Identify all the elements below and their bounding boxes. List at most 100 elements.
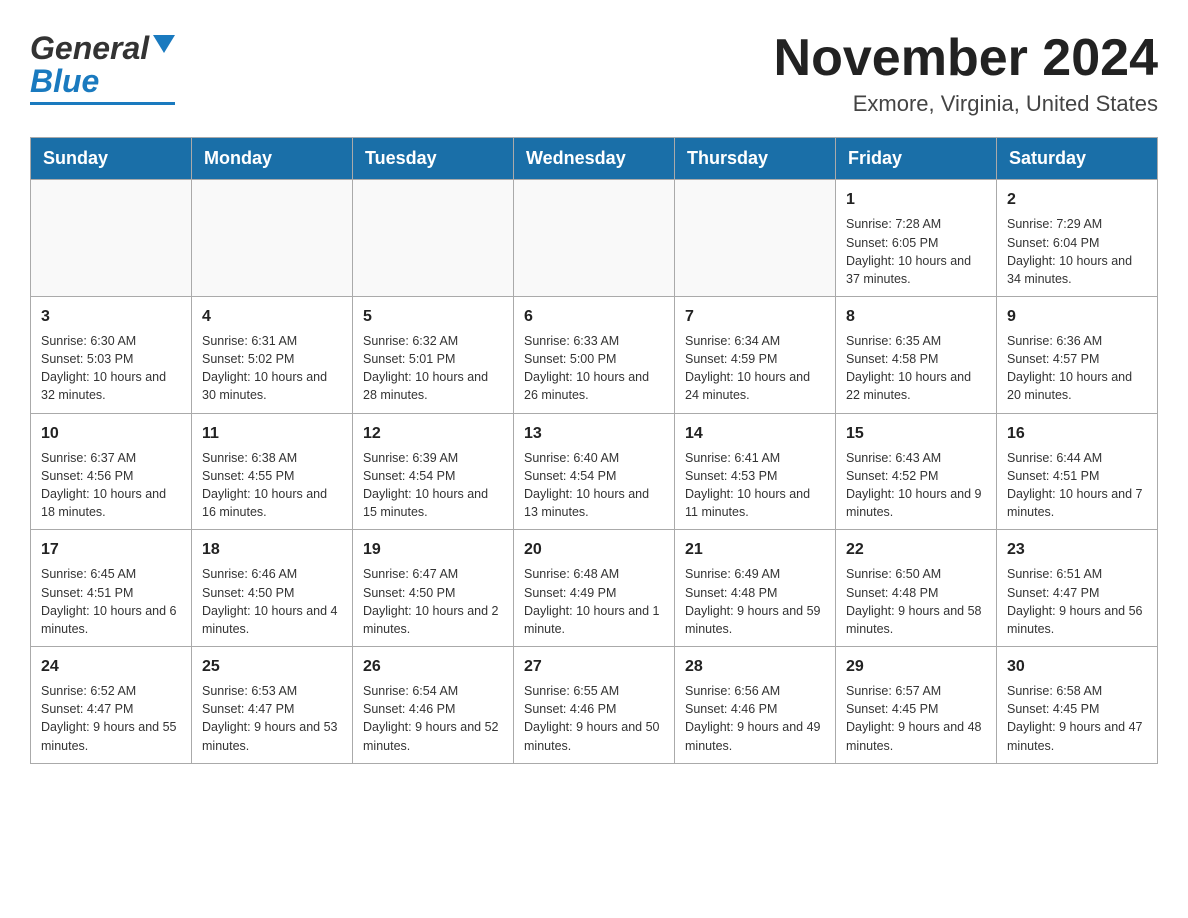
- day-info: Sunrise: 6:36 AMSunset: 4:57 PMDaylight:…: [1007, 332, 1147, 405]
- day-info: Sunrise: 6:30 AMSunset: 5:03 PMDaylight:…: [41, 332, 181, 405]
- day-info: Sunrise: 6:33 AMSunset: 5:00 PMDaylight:…: [524, 332, 664, 405]
- day-info: Sunrise: 6:35 AMSunset: 4:58 PMDaylight:…: [846, 332, 986, 405]
- day-number: 4: [202, 305, 342, 328]
- day-number: 16: [1007, 422, 1147, 445]
- day-number: 17: [41, 538, 181, 561]
- day-info: Sunrise: 6:39 AMSunset: 4:54 PMDaylight:…: [363, 449, 503, 522]
- day-info: Sunrise: 6:46 AMSunset: 4:50 PMDaylight:…: [202, 565, 342, 638]
- day-number: 8: [846, 305, 986, 328]
- day-info: Sunrise: 6:47 AMSunset: 4:50 PMDaylight:…: [363, 565, 503, 638]
- table-row: 24 Sunrise: 6:52 AMSunset: 4:47 PMDayligh…: [31, 646, 192, 763]
- day-number: 29: [846, 655, 986, 678]
- col-saturday: Saturday: [997, 138, 1158, 180]
- day-info: Sunrise: 6:58 AMSunset: 4:45 PMDaylight:…: [1007, 682, 1147, 755]
- day-info: Sunrise: 6:38 AMSunset: 4:55 PMDaylight:…: [202, 449, 342, 522]
- logo-underline: [30, 102, 175, 105]
- day-info: Sunrise: 6:56 AMSunset: 4:46 PMDaylight:…: [685, 682, 825, 755]
- table-row: 18 Sunrise: 6:46 AMSunset: 4:50 PMDayligh…: [192, 530, 353, 647]
- table-row: 28 Sunrise: 6:56 AMSunset: 4:46 PMDayligh…: [675, 646, 836, 763]
- day-number: 13: [524, 422, 664, 445]
- table-row: 8 Sunrise: 6:35 AMSunset: 4:58 PMDaylight…: [836, 296, 997, 413]
- col-monday: Monday: [192, 138, 353, 180]
- day-info: Sunrise: 6:51 AMSunset: 4:47 PMDaylight:…: [1007, 565, 1147, 638]
- table-row: 17 Sunrise: 6:45 AMSunset: 4:51 PMDayligh…: [31, 530, 192, 647]
- day-number: 12: [363, 422, 503, 445]
- day-number: 1: [846, 188, 986, 211]
- day-info: Sunrise: 6:44 AMSunset: 4:51 PMDaylight:…: [1007, 449, 1147, 522]
- day-info: Sunrise: 6:37 AMSunset: 4:56 PMDaylight:…: [41, 449, 181, 522]
- page-subtitle: Exmore, Virginia, United States: [774, 91, 1158, 117]
- calendar-week-row: 24 Sunrise: 6:52 AMSunset: 4:47 PMDayligh…: [31, 646, 1158, 763]
- day-info: Sunrise: 6:31 AMSunset: 5:02 PMDaylight:…: [202, 332, 342, 405]
- table-row: 30Sunrise: 6:58 AMSunset: 4:45 PMDayligh…: [997, 646, 1158, 763]
- table-row: 13Sunrise: 6:40 AMSunset: 4:54 PMDayligh…: [514, 413, 675, 530]
- day-info: Sunrise: 6:41 AMSunset: 4:53 PMDaylight:…: [685, 449, 825, 522]
- calendar-week-row: 10 Sunrise: 6:37 AMSunset: 4:56 PMDayligh…: [31, 413, 1158, 530]
- day-number: 23: [1007, 538, 1147, 561]
- table-row: 1 Sunrise: 7:28 AMSunset: 6:05 PMDaylight…: [836, 180, 997, 297]
- table-row: 19 Sunrise: 6:47 AMSunset: 4:50 PMDayligh…: [353, 530, 514, 647]
- day-info: Sunrise: 6:48 AMSunset: 4:49 PMDaylight:…: [524, 565, 664, 638]
- col-thursday: Thursday: [675, 138, 836, 180]
- day-number: 22: [846, 538, 986, 561]
- day-info: Sunrise: 6:55 AMSunset: 4:46 PMDaylight:…: [524, 682, 664, 755]
- table-row: [514, 180, 675, 297]
- day-number: 27: [524, 655, 664, 678]
- day-number: 5: [363, 305, 503, 328]
- table-row: 7 Sunrise: 6:34 AMSunset: 4:59 PMDaylight…: [675, 296, 836, 413]
- day-info: Sunrise: 6:34 AMSunset: 4:59 PMDaylight:…: [685, 332, 825, 405]
- day-info: Sunrise: 6:52 AMSunset: 4:47 PMDaylight:…: [41, 682, 181, 755]
- calendar-week-row: 3 Sunrise: 6:30 AMSunset: 5:03 PMDaylight…: [31, 296, 1158, 413]
- table-row: 5 Sunrise: 6:32 AMSunset: 5:01 PMDaylight…: [353, 296, 514, 413]
- day-number: 28: [685, 655, 825, 678]
- table-row: 6Sunrise: 6:33 AMSunset: 5:00 PMDaylight…: [514, 296, 675, 413]
- day-info: Sunrise: 6:50 AMSunset: 4:48 PMDaylight:…: [846, 565, 986, 638]
- day-number: 18: [202, 538, 342, 561]
- logo-general-text: General: [30, 30, 149, 67]
- day-number: 15: [846, 422, 986, 445]
- table-row: [31, 180, 192, 297]
- day-info: Sunrise: 6:45 AMSunset: 4:51 PMDaylight:…: [41, 565, 181, 638]
- day-info: Sunrise: 6:49 AMSunset: 4:48 PMDaylight:…: [685, 565, 825, 638]
- table-row: 3 Sunrise: 6:30 AMSunset: 5:03 PMDaylight…: [31, 296, 192, 413]
- day-number: 14: [685, 422, 825, 445]
- day-number: 26: [363, 655, 503, 678]
- col-sunday: Sunday: [31, 138, 192, 180]
- table-row: 16 Sunrise: 6:44 AMSunset: 4:51 PMDayligh…: [997, 413, 1158, 530]
- col-wednesday: Wednesday: [514, 138, 675, 180]
- day-info: Sunrise: 6:53 AMSunset: 4:47 PMDaylight:…: [202, 682, 342, 755]
- day-number: 3: [41, 305, 181, 328]
- col-friday: Friday: [836, 138, 997, 180]
- logo: General Blue: [30, 30, 175, 105]
- table-row: 2 Sunrise: 7:29 AMSunset: 6:04 PMDaylight…: [997, 180, 1158, 297]
- table-row: 14 Sunrise: 6:41 AMSunset: 4:53 PMDayligh…: [675, 413, 836, 530]
- table-row: 23 Sunrise: 6:51 AMSunset: 4:47 PMDayligh…: [997, 530, 1158, 647]
- table-row: [675, 180, 836, 297]
- table-row: 21 Sunrise: 6:49 AMSunset: 4:48 PMDayligh…: [675, 530, 836, 647]
- day-info: Sunrise: 6:57 AMSunset: 4:45 PMDaylight:…: [846, 682, 986, 755]
- col-tuesday: Tuesday: [353, 138, 514, 180]
- title-block: November 2024 Exmore, Virginia, United S…: [774, 30, 1158, 117]
- table-row: 15Sunrise: 6:43 AMSunset: 4:52 PMDayligh…: [836, 413, 997, 530]
- table-row: 9Sunrise: 6:36 AMSunset: 4:57 PMDaylight…: [997, 296, 1158, 413]
- day-number: 24: [41, 655, 181, 678]
- calendar-week-row: 17 Sunrise: 6:45 AMSunset: 4:51 PMDayligh…: [31, 530, 1158, 647]
- day-number: 19: [363, 538, 503, 561]
- table-row: 12 Sunrise: 6:39 AMSunset: 4:54 PMDayligh…: [353, 413, 514, 530]
- day-number: 2: [1007, 188, 1147, 211]
- calendar-table: Sunday Monday Tuesday Wednesday Thursday…: [30, 137, 1158, 763]
- table-row: 26 Sunrise: 6:54 AMSunset: 4:46 PMDayligh…: [353, 646, 514, 763]
- day-info: Sunrise: 6:32 AMSunset: 5:01 PMDaylight:…: [363, 332, 503, 405]
- day-number: 7: [685, 305, 825, 328]
- table-row: 25 Sunrise: 6:53 AMSunset: 4:47 PMDayligh…: [192, 646, 353, 763]
- table-row: 27 Sunrise: 6:55 AMSunset: 4:46 PMDayligh…: [514, 646, 675, 763]
- day-number: 21: [685, 538, 825, 561]
- page-title: November 2024: [774, 30, 1158, 87]
- day-info: Sunrise: 7:29 AMSunset: 6:04 PMDaylight:…: [1007, 215, 1147, 288]
- day-info: Sunrise: 7:28 AMSunset: 6:05 PMDaylight:…: [846, 215, 986, 288]
- day-number: 25: [202, 655, 342, 678]
- day-info: Sunrise: 6:54 AMSunset: 4:46 PMDaylight:…: [363, 682, 503, 755]
- calendar-header-row: Sunday Monday Tuesday Wednesday Thursday…: [31, 138, 1158, 180]
- table-row: 22 Sunrise: 6:50 AMSunset: 4:48 PMDayligh…: [836, 530, 997, 647]
- day-number: 10: [41, 422, 181, 445]
